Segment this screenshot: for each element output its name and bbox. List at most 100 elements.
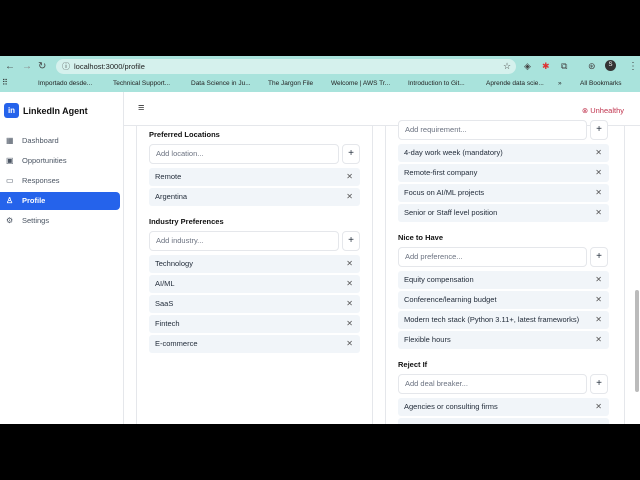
add-industry-button[interactable]: + [342,231,360,251]
tag-label: Remote-first company [404,168,478,177]
remove-icon[interactable]: ✕ [346,188,353,206]
logo-icon: in [4,103,19,118]
section-title: Industry Preferences [149,217,224,226]
deal-breaker-input[interactable]: Add deal breaker... [398,374,587,394]
remove-icon[interactable]: ✕ [346,295,353,313]
industry-tag: Technology ✕ [149,255,360,273]
bookmark[interactable]: Aprende data scie... [486,80,544,87]
bookmark[interactable]: Welcome | AWS Tr... [331,80,390,87]
tag-label: Focus on AI/ML projects [404,188,485,197]
remove-icon[interactable]: ✕ [346,315,353,333]
error-circle-icon: ⊗ [581,106,591,115]
section-title: Preferred Locations [149,130,220,139]
tag-label: Senior or Staff level position [404,208,498,217]
tag-label: Equity compensation [404,275,474,284]
bookmark-star-icon[interactable]: ☆ [503,61,511,72]
tag-label: SaaS [155,299,174,308]
remove-icon[interactable]: ✕ [595,398,602,416]
deal-breaker-tag: Agencies or consulting firms ✕ [398,398,609,416]
location-input[interactable]: Add location... [149,144,339,164]
bookmark[interactable]: Data Science in Ju... [191,80,251,87]
sidebar-item-label: Opportunities [22,156,67,165]
remove-icon[interactable]: ✕ [346,275,353,293]
scrollbar[interactable] [635,290,639,392]
tag-label: Argentina [155,192,188,201]
tag-label: Modern tech stack (Python 3.11+, latest … [404,315,580,324]
extensions-icon[interactable]: ⧉ [561,61,567,72]
requirements-card: Add requirement... + 4-day work week (ma… [385,120,625,424]
remove-icon[interactable]: ✕ [346,168,353,186]
apps-icon[interactable]: ⠿ [2,78,8,87]
tag-label: Fintech [155,319,180,328]
remove-icon[interactable]: ✕ [595,204,602,222]
remove-icon[interactable]: ✕ [595,144,602,162]
section-title: Nice to Have [398,233,444,242]
remove-icon[interactable]: ✕ [595,311,602,329]
forward-icon[interactable]: → [22,61,32,72]
extension-icon[interactable]: ✱ [542,61,550,72]
all-bookmarks[interactable]: All Bookmarks [580,80,622,87]
remove-icon[interactable]: ✕ [595,331,602,349]
reload-icon[interactable]: ↻ [38,61,46,72]
requirement-tag: 4-day work week (mandatory) ✕ [398,144,609,162]
sidebar-item-profile[interactable]: ♙ Profile [0,192,120,210]
add-location-button[interactable]: + [342,144,360,164]
tag-label: Flexible hours [404,335,451,344]
remove-icon[interactable]: ✕ [346,255,353,273]
tag-label: E-commerce [155,339,198,348]
remove-icon[interactable]: ✕ [595,184,602,202]
tag-label: Conference/learning budget [404,295,497,304]
tag-label: 4-day work week (mandatory) [404,148,503,157]
avatar[interactable]: S [605,60,616,71]
requirement-tag: Remote-first company ✕ [398,164,609,182]
site-info-icon[interactable]: ⓘ [62,61,70,72]
sync-icon[interactable]: ⊛ [588,61,596,72]
remove-icon[interactable]: ✕ [595,291,602,309]
bookmark[interactable]: Introduction to Git... [408,80,465,87]
industry-tag: SaaS ✕ [149,295,360,313]
add-preference-button[interactable]: + [590,247,608,267]
remove-icon[interactable]: ✕ [595,164,602,182]
app: in LinkedIn Agent ▦ Dashboard ▣ Opportunit… [0,92,640,424]
requirement-tag: Senior or Staff level position ✕ [398,204,609,222]
bookmark[interactable]: The Jargon File [268,80,313,87]
preference-tag: Equity compensation ✕ [398,271,609,289]
browser-chrome: ← → ↻ localhost:3000/profile ⓘ ☆ ◈ ✱ ⧉ ⊛… [0,56,640,92]
industry-tag: Fintech ✕ [149,315,360,333]
gear-icon: ⚙ [6,216,14,225]
menu-toggle-icon[interactable]: ≡ [138,102,144,114]
sidebar-item-dashboard[interactable]: ▦ Dashboard [0,132,120,150]
section-title: Reject If [398,360,428,369]
industry-input[interactable]: Add industry... [149,231,339,251]
industry-tag: E-commerce ✕ [149,335,360,353]
menu-dots-icon[interactable]: ⋮ [628,61,638,72]
industry-tag: AI/ML ✕ [149,275,360,293]
tag-label: Agencies or consulting firms [404,402,498,411]
sidebar-item-label: Profile [22,196,46,205]
sidebar-item-label: Responses [22,176,60,185]
tag-label: Remote [155,172,182,181]
back-icon[interactable]: ← [5,61,15,72]
remove-icon[interactable]: ✕ [595,271,602,289]
remove-icon[interactable]: ✕ [346,335,353,353]
requirement-input[interactable]: Add requirement... [398,120,587,140]
bookmark[interactable]: Importado desde... [38,80,92,87]
preference-input[interactable]: Add preference... [398,247,587,267]
bookmark[interactable]: Technical Support... [113,80,170,87]
briefcase-icon: ▣ [6,156,14,165]
sidebar: in LinkedIn Agent ▦ Dashboard ▣ Opportunit… [0,92,124,424]
health-status: ⊗ Unhealthy [582,106,624,115]
sidebar-item-responses[interactable]: ▭ Responses [0,172,120,190]
add-requirement-button[interactable]: + [590,120,608,140]
tag-label: Technology [155,259,193,268]
sidebar-item-label: Dashboard [22,136,59,145]
sidebar-item-opportunities[interactable]: ▣ Opportunities [0,152,120,170]
requirement-tag: Focus on AI/ML projects ✕ [398,184,609,202]
user-icon: ♙ [6,196,14,205]
address-bar[interactable]: localhost:3000/profile [56,59,516,74]
bookmarks-overflow[interactable]: » [558,80,562,87]
shield-extension-icon[interactable]: ◈ [524,61,531,72]
add-deal-breaker-button[interactable]: + [590,374,608,394]
sidebar-item-label: Settings [22,216,50,225]
sidebar-item-settings[interactable]: ⚙ Settings [0,212,120,230]
